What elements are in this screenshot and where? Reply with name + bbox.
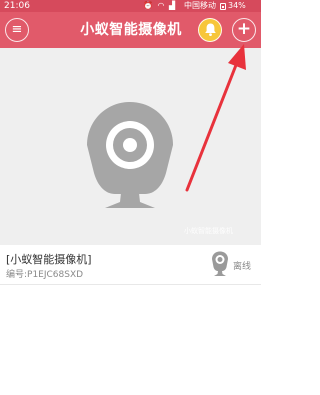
notification-button[interactable]	[198, 18, 222, 42]
signal-icon: ▟	[169, 1, 177, 10]
menu-button[interactable]: ≡	[5, 18, 29, 42]
bell-icon	[204, 23, 216, 36]
status-bar: 21:06 ⏰ ◠ ▟ 中国移动 34%	[0, 0, 261, 12]
camera-status-icon	[212, 251, 228, 276]
device-name: [小蚁智能摄像机]	[6, 253, 92, 266]
status-time: 21:06	[4, 1, 30, 11]
status-battery: 34%	[228, 1, 246, 10]
app-header: ≡ 小蚁智能摄像机 +	[0, 12, 261, 48]
status-carrier: 中国移动	[184, 1, 216, 10]
status-icons: ⏰ ◠ ▟	[143, 0, 176, 12]
device-status: 离线	[233, 262, 252, 272]
camera-placeholder-icon	[87, 102, 173, 208]
device-list-item[interactable]: [小蚁智能摄像机] 编号:P1EJC68SXD 离线	[0, 245, 261, 285]
alarm-icon: ⏰	[143, 1, 154, 10]
plus-icon: +	[236, 19, 252, 39]
camera-preview[interactable]: 小蚁智能摄像机	[0, 48, 261, 245]
preview-watermark: 小蚁智能摄像机	[184, 227, 233, 235]
device-serial: 编号:P1EJC68SXD	[6, 270, 84, 280]
wifi-icon: ◠	[157, 1, 166, 10]
add-device-button[interactable]: +	[232, 18, 256, 42]
menu-icon: ≡	[11, 22, 23, 37]
battery-icon	[220, 3, 226, 10]
page-title: 小蚁智能摄像机	[80, 22, 182, 38]
